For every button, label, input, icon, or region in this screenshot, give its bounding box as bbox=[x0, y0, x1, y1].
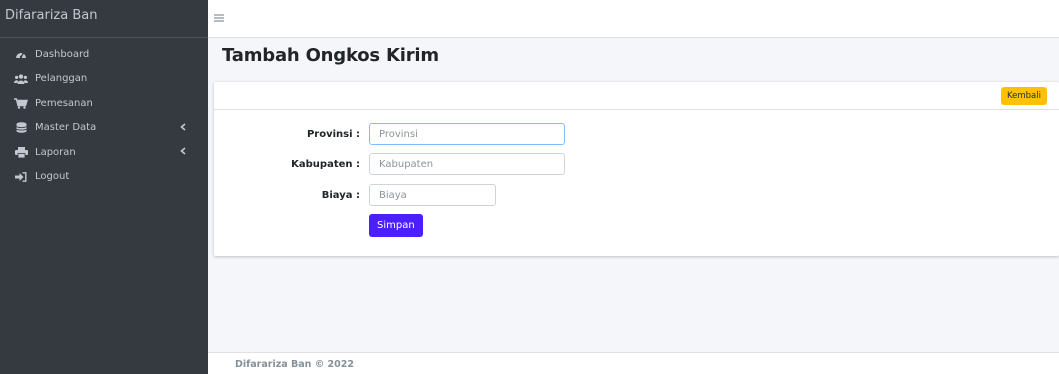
sidebar: Difarariza Ban Dashboard Pelanggan Pemes… bbox=[0, 0, 208, 374]
sidebar-item-label: Logout bbox=[35, 171, 70, 183]
cart-icon bbox=[14, 97, 28, 109]
sidebar-item-logout[interactable]: Logout bbox=[0, 165, 208, 190]
provinsi-label: Provinsi : bbox=[306, 129, 360, 140]
kabupaten-label: Kabupaten : bbox=[291, 159, 360, 170]
biaya-label: Biaya : bbox=[321, 190, 360, 201]
biaya-input[interactable] bbox=[369, 184, 496, 206]
sidebar-item-label: Laporan bbox=[35, 146, 76, 158]
sidebar-nav: Dashboard Pelanggan Pemesanan Master Dat… bbox=[0, 38, 208, 189]
sidebar-item-pelanggan[interactable]: Pelanggan bbox=[0, 67, 208, 92]
page-title: Tambah Ongkos Kirim bbox=[222, 45, 439, 66]
dashboard-icon bbox=[14, 48, 28, 60]
hamburger-icon[interactable] bbox=[212, 10, 226, 24]
kabupaten-input[interactable] bbox=[369, 153, 565, 175]
database-icon bbox=[14, 122, 28, 134]
footer: Difarariza Ban © 2022 bbox=[208, 352, 1059, 374]
sidebar-item-laporan[interactable]: Laporan bbox=[0, 140, 208, 165]
save-button[interactable]: Simpan bbox=[369, 214, 423, 237]
print-icon bbox=[14, 146, 28, 158]
footer-copyright: Difarariza Ban © 2022 bbox=[235, 359, 354, 370]
top-navbar bbox=[208, 0, 1059, 38]
users-icon bbox=[14, 73, 28, 85]
sidebar-item-dashboard[interactable]: Dashboard bbox=[0, 42, 208, 67]
sidebar-item-master-data[interactable]: Master Data bbox=[0, 116, 208, 141]
chevron-left-icon bbox=[180, 122, 186, 134]
card-header: Kembali bbox=[214, 82, 1059, 110]
sidebar-item-label: Master Data bbox=[35, 122, 97, 134]
brand-name[interactable]: Difarariza Ban bbox=[0, 0, 208, 38]
chevron-left-icon bbox=[180, 147, 186, 158]
sidebar-item-label: Dashboard bbox=[35, 48, 90, 60]
sidebar-item-label: Pelanggan bbox=[35, 73, 88, 85]
form-card: Kembali Provinsi : Kabupaten : Biaya : S… bbox=[214, 82, 1059, 256]
sidebar-item-label: Pemesanan bbox=[35, 97, 93, 109]
provinsi-input[interactable] bbox=[369, 123, 565, 145]
sidebar-item-pemesanan[interactable]: Pemesanan bbox=[0, 91, 208, 116]
back-button[interactable]: Kembali bbox=[1001, 87, 1047, 105]
logout-icon bbox=[14, 171, 28, 183]
